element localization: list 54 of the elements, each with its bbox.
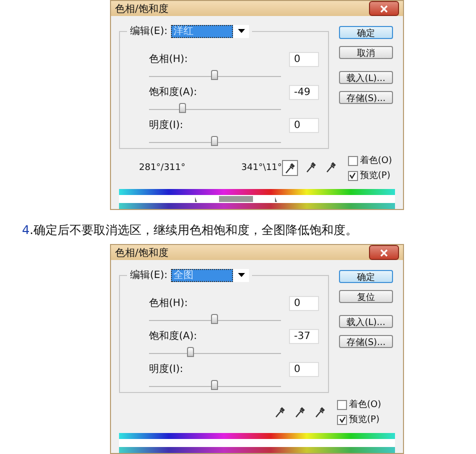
slider-thumb[interactable] [179, 103, 186, 113]
eyedropper-icon[interactable] [324, 160, 338, 174]
checkbox[interactable] [337, 414, 347, 424]
close-button[interactable] [369, 245, 399, 260]
slider-thumb[interactable] [187, 347, 194, 357]
value-field[interactable]: 0 [289, 118, 319, 132]
dialog-button[interactable]: 载入(L)... [339, 315, 393, 328]
dialog-button[interactable]: 载入(L)... [339, 71, 393, 84]
close-icon [380, 248, 388, 256]
dialog-button[interactable]: 存储(S)... [339, 91, 393, 104]
eyedropper-icon[interactable] [282, 160, 298, 176]
edit-label: 编辑(E): [130, 268, 168, 282]
dropdown-arrow-icon [238, 273, 244, 277]
close-icon [380, 4, 388, 12]
angle-reading: 341°\11° [241, 163, 282, 173]
eyedropper-icon[interactable] [293, 405, 307, 419]
dialog-button[interactable]: 存储(S)... [339, 335, 393, 348]
value-field[interactable]: 0 [289, 296, 319, 310]
dialog-button[interactable]: 复位 [339, 290, 393, 303]
window-title: 色相/饱和度 [115, 2, 168, 16]
range-adjuster[interactable] [193, 195, 277, 203]
slider-label: 色相(H): [149, 52, 188, 66]
eyedropper-icon[interactable] [313, 405, 327, 419]
dialog-button[interactable]: 确定 [339, 270, 393, 283]
dropdown-arrow-icon [238, 29, 244, 33]
slider-label: 明度(I): [149, 118, 184, 132]
checkbox-label: 预览(P) [349, 414, 380, 426]
value-field[interactable]: -49 [289, 84, 319, 100]
slider-thumb[interactable] [211, 380, 218, 390]
dialog-button[interactable]: 取消 [339, 46, 393, 59]
window-title: 色相/饱和度 [115, 246, 168, 260]
slider-thumb[interactable] [211, 136, 218, 146]
close-button[interactable] [369, 1, 399, 16]
value-field[interactable]: -37 [289, 328, 319, 344]
checkbox-label: 着色(O) [349, 398, 382, 411]
checkbox[interactable] [337, 400, 347, 410]
eyedropper-icon[interactable] [304, 160, 318, 174]
value-field[interactable]: 0 [289, 52, 319, 66]
dialog-button[interactable]: 确定 [339, 26, 393, 39]
checkbox[interactable] [348, 156, 358, 166]
step-caption: 4.确定后不要取消选区，继续用色相饱和度，全图降低饱和度。 [21, 222, 358, 239]
slider-thumb[interactable] [211, 314, 218, 324]
slider-label: 色相(H): [149, 296, 188, 310]
checkbox-label: 着色(O) [360, 154, 392, 167]
eyedropper-icon[interactable] [273, 405, 287, 419]
value-field[interactable]: 0 [289, 362, 319, 376]
edit-label: 编辑(E): [130, 24, 168, 38]
slider-thumb[interactable] [211, 70, 218, 80]
slider-label: 明度(I): [149, 362, 184, 376]
slider-label: 饱和度(A): [149, 86, 198, 99]
angle-reading: 281°/311° [139, 163, 186, 173]
slider-label: 饱和度(A): [149, 330, 198, 343]
checkbox[interactable] [348, 170, 358, 180]
checkbox-label: 预览(P) [360, 170, 390, 182]
